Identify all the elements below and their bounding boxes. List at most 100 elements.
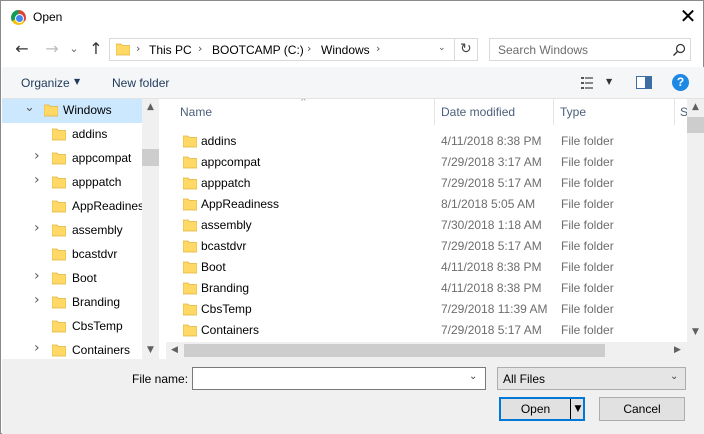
file-row[interactable]: bcastdvr 7/29/2018 5:17 AM File folder	[166, 235, 688, 256]
file-row[interactable]: addins 4/11/2018 8:38 PM File folder	[166, 130, 688, 151]
scroll-up-arrow-icon[interactable]: ▲	[687, 102, 704, 112]
file-type: File folder	[561, 218, 614, 232]
folder-icon	[52, 320, 66, 333]
file-name-dropdown-icon[interactable]: ⌄	[469, 371, 477, 382]
file-row[interactable]: Boot 4/11/2018 8:38 PM File folder	[166, 256, 688, 277]
preview-pane-icon[interactable]	[636, 76, 652, 89]
breadcrumb-windows[interactable]: Windows	[321, 43, 370, 57]
scroll-down-arrow-icon[interactable]: ▼	[687, 327, 704, 337]
view-options-icon[interactable]	[581, 76, 597, 90]
address-divider	[454, 39, 455, 60]
file-row[interactable]: Containers 7/29/2018 5:17 AM File folder	[166, 319, 688, 340]
column-divider[interactable]	[674, 99, 675, 125]
folder-icon	[183, 240, 197, 253]
file-date: 7/29/2018 3:17 AM	[441, 155, 542, 169]
file-name-input[interactable]: ⌄	[192, 367, 486, 390]
file-type-filter-value[interactable]: All Files	[503, 372, 545, 386]
file-type-filter[interactable]: All Files ⌄	[497, 367, 686, 390]
search-box[interactable]: Search Windows	[489, 38, 691, 61]
scrollbar-thumb[interactable]	[142, 149, 159, 166]
expand-chevron-icon[interactable]: ›	[34, 148, 40, 164]
scroll-left-arrow-icon[interactable]: ◀	[166, 345, 183, 355]
scroll-up-arrow-icon[interactable]: ▲	[142, 102, 159, 112]
expand-chevron-icon[interactable]: ›	[34, 172, 40, 188]
open-options-dropdown-icon[interactable]: ▼	[572, 399, 584, 419]
column-header-name[interactable]: Name	[180, 105, 212, 119]
scrollbar-thumb[interactable]	[687, 117, 704, 133]
expand-chevron-icon[interactable]: ›	[34, 220, 40, 236]
tree-item-label: appcompat	[72, 151, 132, 165]
tree-item[interactable]: › Boot	[2, 267, 143, 291]
file-row[interactable]: CbsTemp 7/29/2018 11:39 AM File folder	[166, 298, 688, 319]
organize-dropdown-icon[interactable]: ▼	[74, 77, 80, 86]
file-name: assembly	[201, 218, 252, 232]
expand-chevron-icon[interactable]: ›	[34, 292, 40, 308]
back-arrow-icon[interactable]: ←	[11, 38, 33, 60]
file-type-dropdown-icon[interactable]: ⌄	[670, 371, 678, 382]
tree-item[interactable]: › Containers	[2, 339, 143, 359]
column-divider[interactable]	[553, 99, 554, 125]
file-row[interactable]: assembly 7/30/2018 1:18 AM File folder	[166, 214, 688, 235]
help-icon[interactable]: ?	[672, 74, 689, 91]
file-name: Boot	[201, 260, 226, 274]
folder-icon	[183, 261, 197, 274]
file-list-horizontal-scrollbar[interactable]: ◀ ▶	[166, 342, 687, 359]
column-header-type[interactable]: Type	[560, 105, 586, 119]
close-button[interactable]: ✕	[677, 5, 699, 27]
scrollbar-thumb[interactable]	[184, 344, 605, 357]
tree-item[interactable]: addins	[2, 123, 143, 147]
tree-item-label: Boot	[72, 271, 97, 285]
expand-chevron-icon[interactable]: ›	[34, 340, 40, 356]
tree-item-label: Containers	[72, 343, 131, 357]
file-date: 7/29/2018 11:39 AM	[441, 302, 548, 316]
tree-item[interactable]: bcastdvr	[2, 243, 143, 267]
tree-item[interactable]: › apppatch	[2, 171, 143, 195]
new-folder-button[interactable]: New folder	[112, 76, 169, 90]
tree-item[interactable]: › appcompat	[2, 147, 143, 171]
navigation-scrollbar[interactable]: ▲ ▼	[142, 99, 159, 359]
file-date: 4/11/2018 8:38 PM	[441, 134, 542, 148]
folder-icon	[183, 198, 197, 211]
forward-arrow-icon[interactable]: →	[41, 38, 63, 60]
tree-item[interactable]: › assembly	[2, 219, 143, 243]
open-button[interactable]: Open ▼	[499, 397, 585, 421]
scroll-down-arrow-icon[interactable]: ▼	[142, 345, 159, 355]
expand-chevron-icon[interactable]: ⌄	[24, 100, 35, 115]
file-row[interactable]: appcompat 7/29/2018 3:17 AM File folder	[166, 151, 688, 172]
breadcrumb-separator: ›	[376, 42, 381, 55]
file-list-vertical-scrollbar[interactable]: ▲ ▼	[687, 99, 704, 344]
scrollbar-corner	[687, 342, 704, 359]
open-button-label[interactable]: Open	[501, 399, 570, 419]
breadcrumb-bootcamp[interactable]: BOOTCAMP (C:)	[212, 43, 304, 57]
view-dropdown-icon[interactable]: ▼	[606, 77, 612, 86]
address-history-chevron-icon[interactable]: ⌄	[438, 43, 446, 53]
folder-icon	[183, 156, 197, 169]
folder-icon	[52, 272, 66, 285]
refresh-icon[interactable]: ↻	[460, 41, 472, 57]
folder-icon	[52, 176, 66, 189]
organize-button[interactable]: Organize	[21, 76, 70, 90]
open-split-divider	[570, 399, 571, 419]
file-date: 7/30/2018 1:18 AM	[441, 218, 542, 232]
scroll-right-arrow-icon[interactable]: ▶	[669, 345, 686, 355]
tree-item[interactable]: CbsTemp	[2, 315, 143, 339]
chrome-icon	[11, 10, 26, 25]
up-arrow-icon[interactable]: ↑	[85, 38, 107, 60]
tree-item[interactable]: › Branding	[2, 291, 143, 315]
tree-item-label: assembly	[72, 223, 123, 237]
file-row[interactable]: apppatch 7/29/2018 5:17 AM File folder	[166, 172, 688, 193]
file-name: AppReadiness	[201, 197, 280, 211]
file-row[interactable]: Branding 4/11/2018 8:38 PM File folder	[166, 277, 688, 298]
tree-item[interactable]: ⌄ Windows	[2, 99, 143, 123]
file-type: File folder	[561, 302, 614, 316]
recent-locations-dropdown[interactable]: ⌄	[63, 38, 85, 60]
expand-chevron-icon[interactable]: ›	[34, 268, 40, 284]
breadcrumb-this-pc[interactable]: This PC	[149, 43, 192, 57]
column-divider[interactable]	[434, 99, 435, 125]
address-bar[interactable]: › This PC › BOOTCAMP (C:) › Windows › ⌄ …	[109, 38, 478, 61]
cancel-button[interactable]: Cancel	[599, 397, 685, 421]
search-placeholder[interactable]: Search Windows	[498, 43, 588, 57]
tree-item[interactable]: AppReadines	[2, 195, 144, 219]
file-row[interactable]: AppReadiness 8/1/2018 5:05 AM File folder	[166, 193, 688, 214]
column-header-date-modified[interactable]: Date modified	[441, 105, 515, 119]
